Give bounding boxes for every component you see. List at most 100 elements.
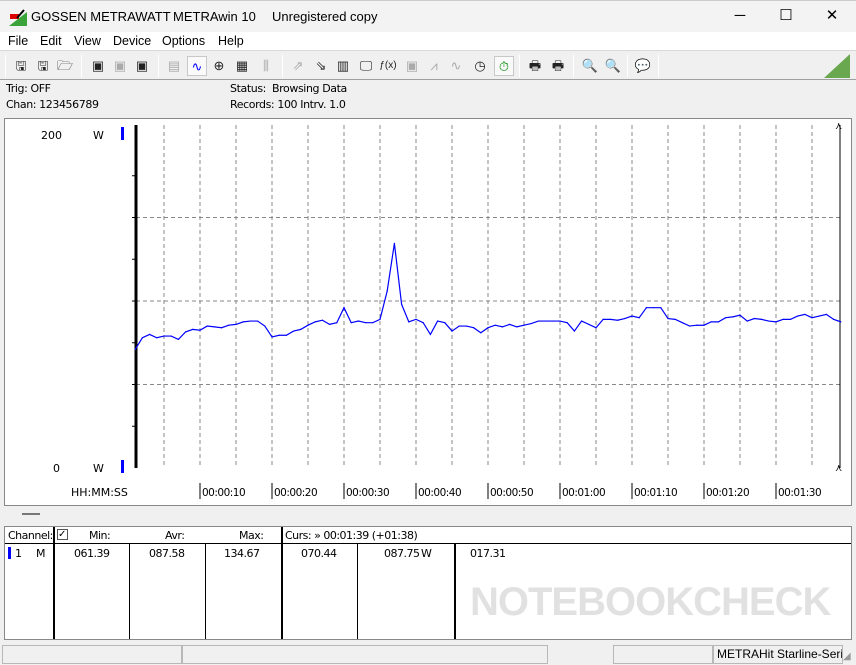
data-point xyxy=(523,324,525,326)
data-point xyxy=(509,323,511,325)
data-point xyxy=(494,324,496,326)
data-point xyxy=(768,320,770,322)
numeric-display-icon[interactable]: ▤ xyxy=(164,56,184,76)
scope-display-icon[interactable]: ∿ xyxy=(187,56,207,76)
license-status: Unregistered copy xyxy=(272,9,378,24)
cursor-handle-top[interactable]: ⋏ xyxy=(835,121,842,132)
export-icon[interactable]: ⇗ xyxy=(288,56,308,76)
wave-icon[interactable]: ∿ xyxy=(446,56,466,76)
table-display-icon[interactable]: ▦ xyxy=(232,56,252,76)
line-chart[interactable]: 200 W 0 W HH:MM:SS 00:00:10 00:00:20 00:00… xyxy=(5,119,851,505)
app-name: METRAwin 10 xyxy=(173,9,256,24)
data-point xyxy=(379,318,381,320)
status-pane-3 xyxy=(613,645,713,664)
x-tick-label: 00:01:30 xyxy=(778,487,821,499)
trigger-icon[interactable]: ⩘ xyxy=(424,56,444,76)
data-point xyxy=(501,326,503,328)
import-icon[interactable]: ⇘ xyxy=(311,56,331,76)
menu-help[interactable]: Help xyxy=(218,34,244,48)
data-point xyxy=(451,330,453,332)
data-point xyxy=(797,315,799,317)
toolbar-separator xyxy=(519,55,520,77)
y-tick-min: 0 xyxy=(53,462,60,475)
toolbar-separator xyxy=(5,55,6,77)
data-point xyxy=(609,318,612,320)
menu-options[interactable]: Options xyxy=(162,34,205,48)
cursor-handle-bottom[interactable]: ⋏ xyxy=(835,463,842,474)
function-icon[interactable]: ƒ(x) xyxy=(378,56,398,76)
xy-display-icon[interactable]: ⊕ xyxy=(209,56,229,76)
stopwatch-icon[interactable]: ⏱ xyxy=(494,56,514,76)
toolbar-separator xyxy=(658,55,659,77)
data-point xyxy=(264,325,266,327)
data-point xyxy=(314,321,316,323)
close-button[interactable]: ✕ xyxy=(809,1,855,33)
minimize-button[interactable]: ─ xyxy=(717,1,763,33)
multimeter-icon[interactable]: ▣ xyxy=(132,56,152,76)
monitor-icon[interactable]: 🖵 xyxy=(356,56,376,76)
row-channel[interactable]: 1 xyxy=(15,547,22,560)
x-tick-label: 00:00:30 xyxy=(346,487,389,499)
data-point xyxy=(401,303,403,305)
data-point xyxy=(681,322,684,324)
data-point xyxy=(516,326,518,328)
data-point xyxy=(710,321,712,323)
menu-edit[interactable]: Edit xyxy=(40,34,62,48)
print-preview-icon[interactable]: 🖶 xyxy=(548,56,568,76)
zoom-wave-icon[interactable]: 🔍 xyxy=(580,56,600,76)
select-all-checkbox[interactable]: ✓ xyxy=(57,529,68,540)
header-cursor: Curs: » 00:01:39 (+01:38) xyxy=(285,529,418,542)
row-avr: 087.58 xyxy=(149,547,185,560)
data-point xyxy=(185,331,187,333)
read-memory-icon[interactable]: ▣ xyxy=(88,56,108,76)
splitter-bar[interactable] xyxy=(4,506,852,526)
channel-marker-top[interactable] xyxy=(121,127,124,140)
menu-view[interactable]: View xyxy=(74,34,101,48)
zoom-sine-icon[interactable]: 🔍 xyxy=(603,56,623,76)
data-point xyxy=(746,320,748,322)
header-avr: Avr: xyxy=(165,529,185,542)
menu-device[interactable]: Device xyxy=(113,34,151,48)
resize-grip-icon[interactable]: ◢ xyxy=(843,651,851,662)
print-icon[interactable]: 🖶 xyxy=(525,56,545,76)
data-point xyxy=(170,335,172,337)
toolbar-separator xyxy=(627,55,628,77)
data-point xyxy=(753,317,756,320)
data-point xyxy=(321,319,323,321)
open-folder-icon[interactable]: 🗁 xyxy=(55,56,75,76)
data-point xyxy=(573,330,576,332)
toolbar: 🖫 🖫 🗁 ▣ ▣ ▣ ▤ ∿ ⊕ ▦ ⫼ ⇗ ⇘ ▥ 🖵 ƒ(x) ▣ ⩘ ∿… xyxy=(0,50,856,80)
chart-area[interactable]: 200 W 0 W HH:MM:SS 00:00:10 00:00:20 00:00… xyxy=(4,118,852,506)
maximize-button[interactable]: ☐ xyxy=(763,1,809,33)
data-point xyxy=(235,323,237,325)
timer-icon[interactable]: ◷ xyxy=(470,56,490,76)
data-point xyxy=(386,290,388,292)
data-point xyxy=(782,318,784,320)
x-tick-label: 00:00:20 xyxy=(274,487,317,499)
y-tick-max: 200 xyxy=(41,129,62,142)
data-point xyxy=(631,315,633,317)
data-point xyxy=(789,318,792,320)
data-point xyxy=(739,314,741,316)
channel-list: Chan: 123456789 xyxy=(6,98,99,111)
y-unit-bottom: W xyxy=(93,462,104,475)
data-point xyxy=(192,328,194,330)
splitter-handle-icon[interactable] xyxy=(22,513,40,515)
device-icon[interactable]: ▣ xyxy=(402,56,422,76)
data-point xyxy=(775,321,777,323)
comment-icon[interactable]: 💬 xyxy=(633,56,653,76)
save-as-icon[interactable]: 🖫 xyxy=(33,56,53,76)
channel-marker-bottom[interactable] xyxy=(121,460,124,473)
data-point xyxy=(372,322,374,324)
data-point xyxy=(249,320,251,322)
bar-display-icon[interactable]: ⫼ xyxy=(256,56,276,76)
toolbar-separator xyxy=(158,55,159,77)
save-icon[interactable]: 🖫 xyxy=(11,56,31,76)
data-config-icon[interactable]: ▥ xyxy=(333,56,353,76)
data-point xyxy=(833,318,835,320)
data-point xyxy=(307,324,309,326)
header-max: Max: xyxy=(239,529,264,542)
read-memory-disabled-icon[interactable]: ▣ xyxy=(110,56,130,76)
data-point xyxy=(732,316,734,318)
menu-file[interactable]: File xyxy=(8,34,28,48)
